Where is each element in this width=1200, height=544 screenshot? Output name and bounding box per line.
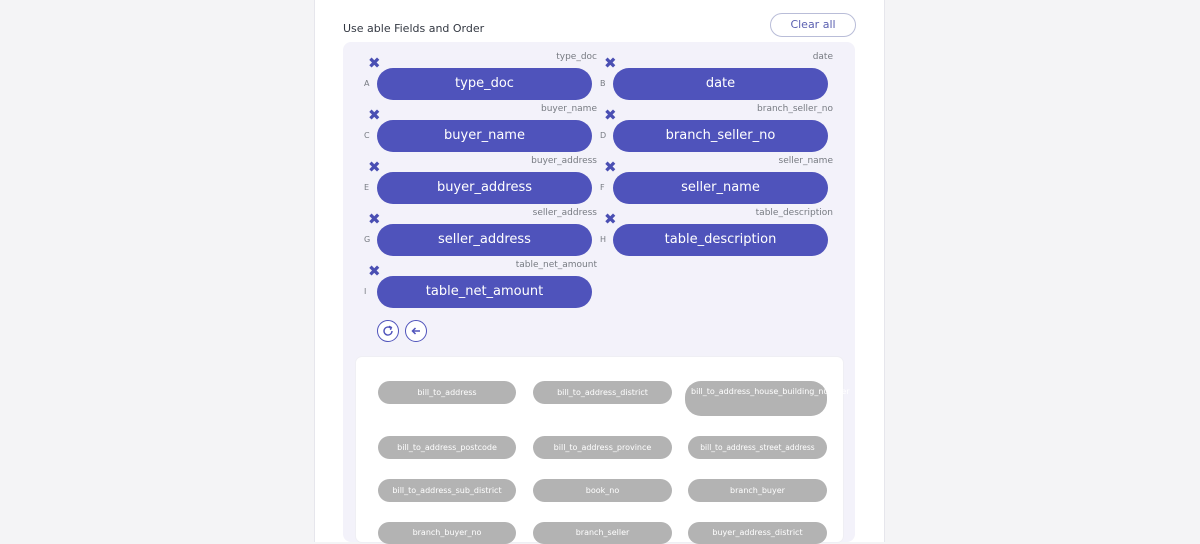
slot-letter: E (364, 183, 370, 192)
remove-icon[interactable]: ✖ (604, 108, 617, 123)
slot-i: ✖ table_net_amount I table_net_amount (364, 250, 627, 308)
available-field-chip[interactable]: book_no (533, 479, 672, 502)
slot-field-label: date (812, 52, 833, 62)
slot-h: ✖ table_description H table_description (600, 198, 863, 256)
slot-letter: D (600, 131, 607, 140)
reset-button[interactable] (377, 320, 399, 342)
slot-letter: B (600, 79, 606, 88)
slot-d: ✖ branch_seller_no D branch_seller_no (600, 94, 863, 152)
available-field-chip[interactable]: bill_to_address_district (533, 381, 672, 404)
slot-letter: A (364, 79, 370, 88)
slot-letter: G (364, 235, 371, 244)
slot-field-label: type_doc (556, 52, 597, 62)
available-field-chip[interactable]: branch_buyer (688, 479, 827, 502)
available-field-chip[interactable]: bill_to_address_street_address (688, 436, 827, 459)
slot-b: ✖ date B date (600, 42, 863, 100)
slot-letter: H (600, 235, 607, 244)
slot-field-label: branch_seller_no (757, 104, 833, 114)
available-field-chip[interactable]: bill_to_address_postcode (378, 436, 516, 459)
section-title: Use able Fields and Order (343, 22, 485, 35)
slot-field-label: table_description (755, 208, 833, 218)
selected-field-pill[interactable]: table_net_amount (377, 276, 592, 308)
available-field-chip[interactable]: branch_buyer_no (378, 522, 516, 544)
reset-icon (383, 325, 393, 336)
available-field-chip[interactable]: branch_seller (533, 522, 672, 544)
slot-letter: F (600, 183, 605, 192)
slot-a: ✖ type_doc A type_doc (364, 42, 627, 100)
slot-field-label: buyer_address (531, 156, 597, 166)
slot-field-label: seller_address (532, 208, 597, 218)
slot-e: ✖ buyer_address E buyer_address (364, 146, 627, 204)
remove-icon[interactable]: ✖ (604, 56, 617, 71)
slot-f: ✖ seller_name F seller_name (600, 146, 863, 204)
remove-icon[interactable]: ✖ (368, 212, 381, 227)
clear-all-button[interactable]: Clear all (770, 13, 856, 37)
slot-field-label: buyer_name (540, 104, 597, 114)
back-arrow-icon (411, 327, 420, 335)
slot-c: ✖ buyer_name C buyer_name (364, 94, 627, 152)
remove-icon[interactable]: ✖ (368, 264, 381, 279)
slot-field-label: table_net_amount (515, 260, 597, 270)
slot-field-label: seller_name (778, 156, 834, 166)
available-field-chip[interactable]: bill_to_address_house_building_number (685, 381, 850, 416)
remove-icon[interactable]: ✖ (368, 160, 381, 175)
slot-letter: C (364, 131, 370, 140)
available-field-chip[interactable]: bill_to_address (378, 381, 516, 404)
remove-icon[interactable]: ✖ (604, 160, 617, 175)
back-button[interactable] (405, 320, 427, 342)
selected-field-pill[interactable]: table_description (613, 224, 828, 256)
remove-icon[interactable]: ✖ (368, 56, 381, 71)
available-field-chip[interactable]: bill_to_address_province (533, 436, 672, 459)
remove-icon[interactable]: ✖ (368, 108, 381, 123)
available-field-chip[interactable]: buyer_address_district (688, 522, 827, 544)
remove-icon[interactable]: ✖ (604, 212, 617, 227)
slot-g: ✖ seller_address G seller_address (364, 198, 627, 256)
slot-letter: I (364, 287, 367, 296)
available-field-chip[interactable]: bill_to_address_sub_district (378, 479, 516, 502)
